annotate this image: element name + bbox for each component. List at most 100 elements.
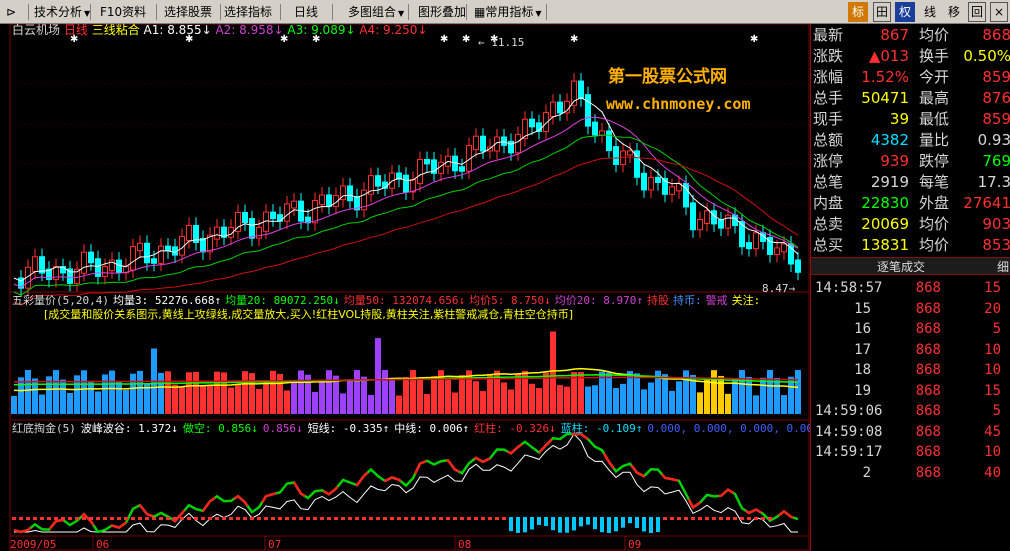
quote-label: 均价: [919, 215, 950, 233]
dropdown-icon: ▼: [84, 9, 91, 18]
volume-bar: [221, 372, 227, 414]
quote-row: 总笔 2919 每笔 17.3: [811, 172, 1010, 192]
trade-row: 14:59:06 868 5: [811, 401, 1010, 421]
ma-a1: A1: 8.855↓: [143, 23, 212, 37]
x-axis-label: 07: [268, 538, 282, 551]
candle: [459, 166, 465, 172]
macd-bar: [425, 517, 429, 520]
volume-bar: [193, 371, 199, 414]
candle: [718, 219, 724, 229]
volume-bar: [81, 370, 87, 414]
macd-bar: [712, 517, 716, 520]
quote-row: 总手 50471 最高 876: [811, 88, 1010, 108]
tab-mark[interactable]: 标: [848, 2, 868, 22]
volume-bar: [501, 382, 507, 414]
volume-bar: [340, 393, 346, 414]
macd-bar: [754, 517, 758, 520]
tab-line[interactable]: 线: [920, 2, 940, 22]
price-pane-header: 白云机场 日线 三线粘合 A1: 8.855↓ A2: 8.958↓ A3: 9…: [12, 24, 427, 37]
menu-select-indicator[interactable]: 选择指标: [220, 2, 281, 22]
macd-bar: [61, 517, 65, 520]
menu-overlay[interactable]: 图形叠加: [414, 2, 467, 22]
macd-bar: [320, 517, 324, 520]
dropdown-icon: ▼: [398, 9, 405, 18]
quote-value: 0.93: [977, 131, 1010, 149]
quote-label: 总额: [813, 131, 844, 149]
macd-bar: [656, 517, 660, 533]
candle: [32, 256, 38, 272]
candle: [606, 130, 612, 152]
volume-bar: [18, 377, 24, 414]
trade-row: 14:59:08 868 45: [811, 422, 1010, 442]
tab-grid[interactable]: 田: [873, 2, 891, 22]
toolbar-menu-left[interactable]: ⊳: [2, 2, 29, 22]
quote-value: 1.52%: [861, 68, 909, 86]
tab-move[interactable]: 移: [944, 2, 964, 22]
volume-bar: [795, 370, 801, 414]
trade-price: 868: [915, 464, 941, 481]
chart-area[interactable]: ✱ ✱ ✱ ✱ ✱ ✱ ✱ ✱ ✱ 白云机场 日线 三线粘合 A1: 8.855↓ A2: 8.…: [0, 24, 813, 551]
volume-bar: [88, 380, 94, 414]
indicator-name: 三线粘合: [91, 23, 140, 37]
macd-bar: [390, 517, 394, 520]
quote-value: 4382: [870, 131, 909, 149]
volume-bar: [361, 376, 367, 414]
close-icon[interactable]: ×: [990, 2, 1008, 22]
menu-label: 日线: [294, 5, 319, 19]
volume-bar: [235, 384, 241, 414]
volume-bar: [536, 388, 542, 414]
candle: [585, 94, 591, 127]
quote-label: 总卖: [813, 215, 844, 233]
menu-common-indicators[interactable]: ▦常用指标 ▼: [470, 2, 547, 22]
macd-bar: [502, 517, 506, 520]
macd-bar: [523, 517, 527, 533]
macd-bar: [488, 517, 492, 520]
menu-f10[interactable]: F10资料: [96, 2, 157, 22]
candle: [242, 212, 248, 224]
volume-bar: [263, 382, 269, 414]
volume-bar: [697, 392, 703, 414]
volume-bar: [319, 380, 325, 414]
volume-bar: [529, 383, 535, 414]
volume-bar: [354, 370, 360, 414]
macd-bar: [292, 517, 296, 520]
trade-time: 17: [854, 341, 871, 358]
macd-bar: [628, 517, 632, 524]
indicator-value: 警戒: [705, 294, 728, 307]
menu-technical-analysis[interactable]: 技术分析 ▼: [30, 2, 91, 22]
volume-bar: [67, 392, 73, 414]
indicator-value: 短线: -0.335↑: [307, 422, 390, 435]
macd-bar: [68, 517, 72, 520]
macd-bar: [733, 517, 737, 520]
macd-bar: [19, 517, 23, 520]
macd-bar: [131, 517, 135, 520]
volume-bar: [256, 388, 262, 414]
trade-time: 15: [854, 300, 871, 317]
tab-rights[interactable]: 权: [895, 2, 915, 22]
volume-bar: [102, 374, 108, 414]
macd-bar: [705, 517, 709, 520]
tab-back[interactable]: 回: [968, 2, 986, 22]
macd-bar: [691, 517, 695, 520]
trade-detail-button[interactable]: 细: [997, 258, 1009, 276]
candle: [725, 214, 731, 229]
quote-row: 内盘 22830 外盘 27641: [811, 193, 1010, 213]
indicator-value: 均价5: 8.750↓: [469, 294, 551, 307]
menu-daily[interactable]: 日线: [290, 2, 333, 22]
menu-multi-chart[interactable]: 多图组合 ▼: [344, 2, 409, 22]
macd-bar: [642, 517, 646, 532]
trade-list-header[interactable]: 逐笔成交 细: [811, 257, 1010, 275]
quote-label: 涨停: [813, 152, 844, 170]
macd-bar: [516, 517, 520, 533]
candle: [774, 247, 780, 255]
candle: [641, 172, 647, 191]
macd-bar: [229, 517, 233, 520]
indicator-value: 中线: 0.006↑: [394, 422, 470, 435]
menu-select-stock[interactable]: 选择股票: [160, 2, 221, 22]
indicator-value: 波峰波谷: 1.372↓: [80, 422, 178, 435]
macd-bar: [313, 517, 317, 520]
macd-bar: [222, 517, 226, 520]
stock-name: 白云机场: [12, 23, 61, 37]
menu-label: 多图组合: [348, 5, 397, 19]
volume-bar: [312, 391, 318, 414]
